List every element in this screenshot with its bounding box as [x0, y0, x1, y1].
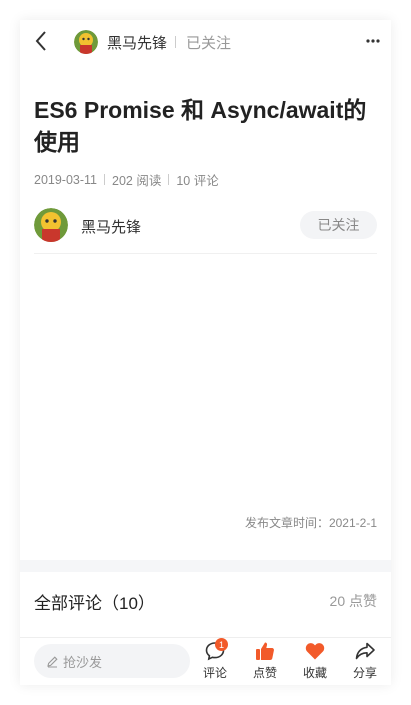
nav-follow-status[interactable]: 已关注 [186, 32, 231, 53]
comments-header: 全部评论（10） [34, 594, 155, 613]
share-arrow-icon [355, 642, 375, 660]
collect-button[interactable]: 收藏 [295, 640, 335, 684]
top-nav-bar: 黑马先锋 已关注 [20, 20, 391, 64]
author-row: 黑马先锋 已关注 [34, 208, 377, 254]
thumbs-up-icon [256, 642, 274, 660]
comment-button[interactable]: 1 评论 [195, 638, 235, 684]
article-meta: 2019-03-11 202 阅读 10 评论 [34, 170, 219, 189]
article-reads: 202 阅读 [112, 174, 162, 188]
share-button[interactable]: 分享 [345, 640, 385, 684]
meta-separator [168, 174, 170, 185]
nav-author-avatar[interactable] [74, 30, 98, 54]
more-dots-icon[interactable] [365, 33, 381, 49]
article-date: 2019-03-11 [34, 172, 98, 187]
meta-separator [104, 174, 106, 185]
publish-time: 发布文章时间：2021-2-1 [244, 516, 377, 530]
comment-badge: 1 [215, 638, 228, 651]
like-button[interactable]: 点赞 [245, 640, 285, 684]
author-name[interactable]: 黑马先锋 [81, 216, 141, 237]
collect-label: 收藏 [302, 666, 327, 680]
article-title: ES6 Promise 和 Async/await的使用 [34, 97, 367, 155]
divider [34, 253, 377, 254]
article-comment-count: 10 评论 [176, 174, 219, 188]
section-divider-band [20, 560, 391, 572]
follow-button[interactable]: 已关注 [300, 211, 377, 239]
bottom-action-bar: 抢沙发 1 评论 点赞 收藏 分享 [20, 637, 391, 685]
back-arrow-icon[interactable] [32, 30, 52, 52]
nav-author-name[interactable]: 黑马先锋 [107, 32, 167, 53]
like-label: 点赞 [252, 666, 277, 680]
comment-input[interactable]: 抢沙发 [34, 644, 190, 678]
heart-icon [305, 643, 325, 660]
nav-separator [175, 36, 176, 48]
author-avatar[interactable] [34, 208, 68, 242]
pencil-icon [47, 655, 58, 667]
comment-label: 评论 [202, 666, 227, 680]
likes-count: 20 点赞 [329, 593, 377, 609]
article-page: 黑马先锋 已关注 ES6 Promise 和 Async/await的使用 20… [20, 20, 391, 685]
comment-input-placeholder: 抢沙发 [63, 654, 103, 670]
share-label: 分享 [352, 666, 377, 680]
